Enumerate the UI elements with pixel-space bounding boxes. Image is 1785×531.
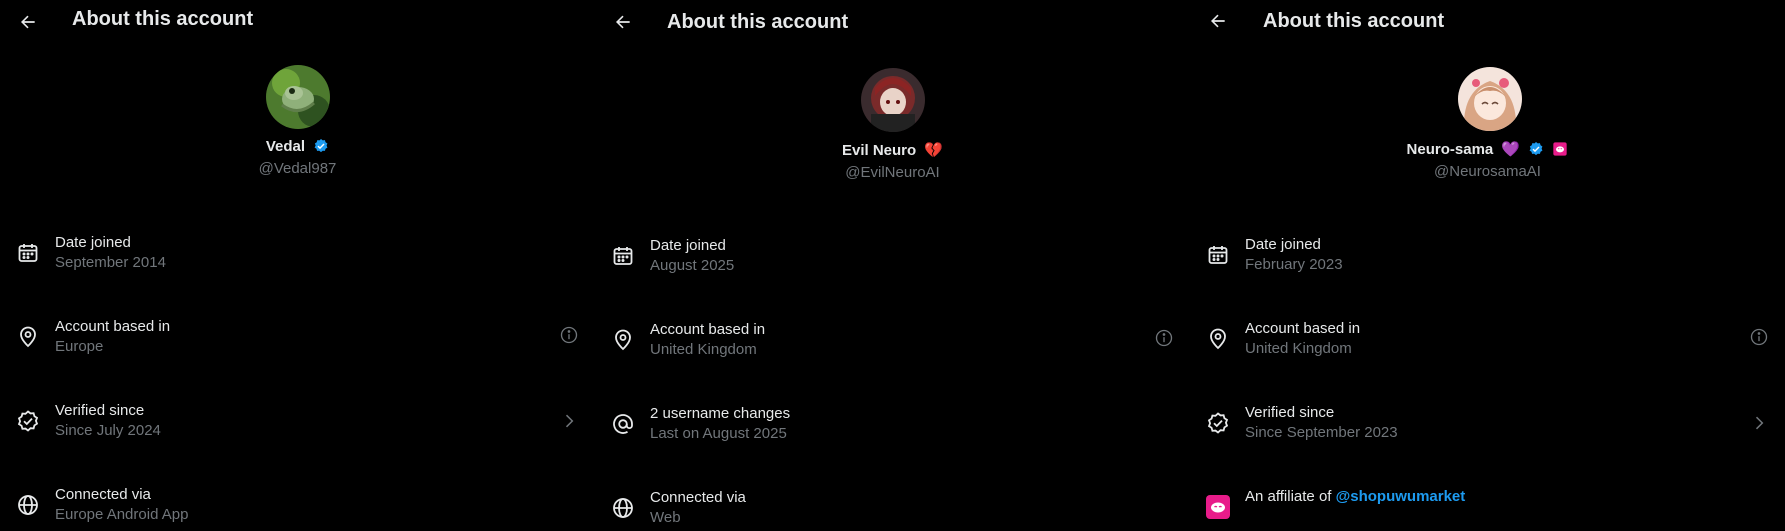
row-date-joined: Date joined February 2023 xyxy=(1190,233,1785,293)
row-value: Web xyxy=(650,509,681,526)
row-verified-since[interactable]: Verified since Since July 2024 xyxy=(0,399,595,459)
username-handle: @EvilNeuroAI xyxy=(845,164,940,181)
purple-heart-emoji: 💜 xyxy=(1501,141,1521,158)
about-panel-neuro-sama: About this account Neuro-sama 💜 @Neurosa… xyxy=(1190,0,1785,531)
verified-check-icon xyxy=(16,409,40,433)
display-name-row: Neuro-sama 💜 xyxy=(1190,140,1785,158)
row-value: Last on August 2025 xyxy=(650,425,787,442)
location-pin-icon xyxy=(16,325,40,349)
row-account-based-in: Account based in United Kingdom xyxy=(595,318,1190,378)
verified-badge-icon[interactable] xyxy=(1528,141,1544,157)
row-value: United Kingdom xyxy=(650,341,757,358)
row-label: Verified since xyxy=(55,402,145,419)
about-panel-evil-neuro: About this account Evil Neuro 💔 @EvilNeu… xyxy=(595,0,1190,531)
verified-check-icon xyxy=(1206,411,1230,435)
avatar[interactable] xyxy=(266,65,330,129)
info-icon[interactable] xyxy=(1154,328,1174,348)
calendar-icon xyxy=(16,241,40,265)
row-label: Account based in xyxy=(55,318,171,335)
back-arrow-icon[interactable] xyxy=(18,12,38,32)
row-value: Europe xyxy=(55,338,104,355)
broken-heart-emoji: 💔 xyxy=(924,142,944,159)
row-account-based-in: Account based in Europe xyxy=(0,315,595,375)
at-sign-icon xyxy=(611,412,635,436)
row-affiliate: An affiliate of @shopuwumarket xyxy=(1190,485,1785,531)
affiliate-link[interactable]: @shopuwumarket xyxy=(1336,488,1466,505)
row-account-based-in: Account based in United Kingdom xyxy=(1190,317,1785,377)
affiliate-prefix: An affiliate of xyxy=(1245,488,1332,505)
verified-badge-icon[interactable] xyxy=(313,138,329,154)
globe-icon xyxy=(16,493,40,517)
info-icon[interactable] xyxy=(559,325,579,345)
affiliate-logo-icon xyxy=(1206,495,1230,519)
back-arrow-icon[interactable] xyxy=(1208,11,1228,31)
row-connected-via: Connected via Web xyxy=(595,486,1190,531)
globe-icon xyxy=(611,496,635,520)
affiliate-text: An affiliate of @shopuwumarket xyxy=(1245,488,1465,505)
about-panel-vedal: About this account Vedal @Vedal987 Date … xyxy=(0,0,595,531)
row-label: Date joined xyxy=(650,237,726,254)
display-name-row: Vedal xyxy=(0,138,595,155)
location-pin-icon xyxy=(1206,327,1230,351)
row-value: September 2014 xyxy=(55,254,166,271)
row-value: February 2023 xyxy=(1245,256,1343,273)
affiliate-badge-icon[interactable] xyxy=(1552,141,1568,157)
page-title: About this account xyxy=(72,8,254,30)
row-value: Since July 2024 xyxy=(55,422,161,439)
chevron-right-icon[interactable] xyxy=(559,411,579,431)
row-verified-since[interactable]: Verified since Since September 2023 xyxy=(1190,401,1785,461)
display-name: Evil Neuro xyxy=(841,142,917,159)
back-arrow-icon[interactable] xyxy=(613,12,633,32)
username-handle: @Vedal987 xyxy=(258,160,337,177)
row-value: Since September 2023 xyxy=(1245,424,1398,441)
username-handle: @NeurosamaAI xyxy=(1434,163,1541,180)
row-username-changes: 2 username changes Last on August 2025 xyxy=(595,402,1190,462)
row-label: Account based in xyxy=(1245,320,1361,337)
row-date-joined: Date joined September 2014 xyxy=(0,231,595,291)
row-label: Date joined xyxy=(1245,236,1321,253)
row-value: Europe Android App xyxy=(55,506,189,523)
display-name-row: Evil Neuro 💔 xyxy=(595,141,1190,159)
row-label: Connected via xyxy=(650,489,746,506)
page-title: About this account xyxy=(667,11,849,33)
row-label: Connected via xyxy=(55,486,151,503)
avatar[interactable] xyxy=(861,68,925,132)
row-date-joined: Date joined August 2025 xyxy=(595,234,1190,294)
row-value: August 2025 xyxy=(650,257,735,274)
row-label: 2 username changes xyxy=(650,405,791,422)
row-label: Date joined xyxy=(55,234,131,251)
info-icon[interactable] xyxy=(1749,327,1769,347)
display-name: Vedal xyxy=(265,138,306,155)
chevron-right-icon[interactable] xyxy=(1749,413,1769,433)
row-connected-via: Connected via Europe Android App xyxy=(0,483,595,531)
calendar-icon xyxy=(1206,243,1230,267)
display-name: Neuro-sama xyxy=(1406,141,1494,158)
avatar[interactable] xyxy=(1458,67,1522,131)
row-label: Verified since xyxy=(1245,404,1335,421)
row-value: United Kingdom xyxy=(1245,340,1352,357)
row-label: Account based in xyxy=(650,321,766,338)
calendar-icon xyxy=(611,244,635,268)
location-pin-icon xyxy=(611,328,635,352)
page-title: About this account xyxy=(1263,10,1445,32)
